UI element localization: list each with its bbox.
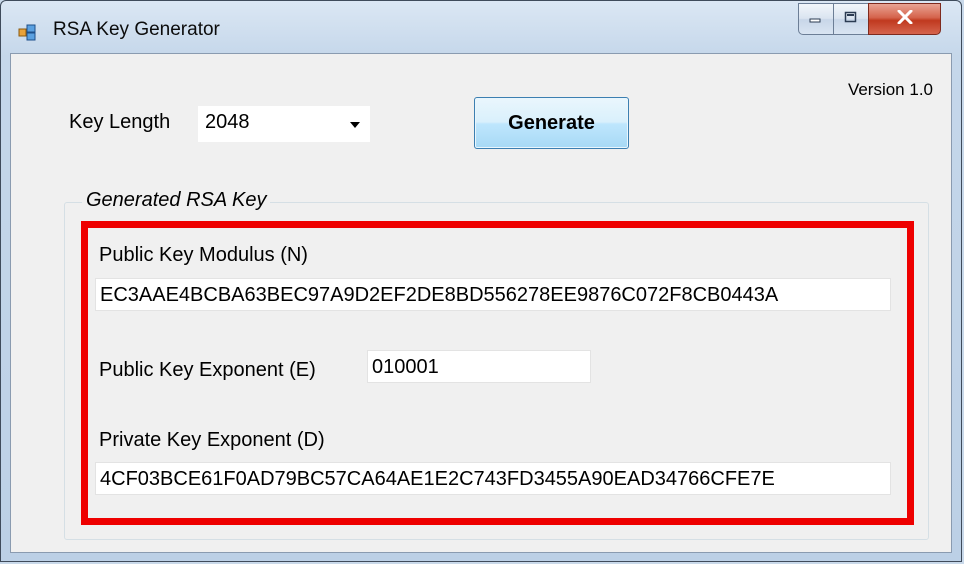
- minimize-icon: [809, 10, 823, 28]
- app-window-icon: [18, 23, 36, 41]
- key-length-value: 2048: [205, 111, 250, 133]
- private-exponent-field[interactable]: 4CF03BCE61F0AD79BC57CA64AE1E2C743FD3455A…: [95, 462, 891, 495]
- generate-button[interactable]: Generate: [474, 97, 629, 149]
- window-title: RSA Key Generator: [53, 19, 220, 40]
- modulus-label: Public Key Modulus (N): [99, 244, 308, 266]
- exponent-label: Public Key Exponent (E): [99, 359, 316, 381]
- group-title: Generated RSA Key: [82, 189, 271, 212]
- maximize-button[interactable]: [833, 3, 869, 35]
- minimize-button[interactable]: [798, 3, 834, 35]
- exponent-field[interactable]: 010001: [367, 350, 591, 383]
- app-window: RSA Key Generator Version 1.0 Key Length…: [0, 0, 962, 562]
- key-length-label: Key Length: [69, 111, 171, 133]
- title-bar[interactable]: RSA Key Generator: [1, 1, 961, 53]
- close-button[interactable]: [868, 3, 941, 35]
- maximize-icon: [844, 10, 858, 28]
- private-exponent-label: Private Key Exponent (D): [99, 429, 325, 451]
- close-icon: [897, 9, 913, 29]
- chevron-down-icon[interactable]: [350, 122, 360, 128]
- client-area: Version 1.0 Key Length 2048 Generate Gen…: [10, 53, 952, 553]
- modulus-field[interactable]: EC3AAE4BCBA63BEC97A9D2EF2DE8BD556278EE98…: [95, 278, 891, 311]
- version-label: Version 1.0: [847, 80, 933, 99]
- key-length-dropdown[interactable]: 2048: [198, 106, 370, 142]
